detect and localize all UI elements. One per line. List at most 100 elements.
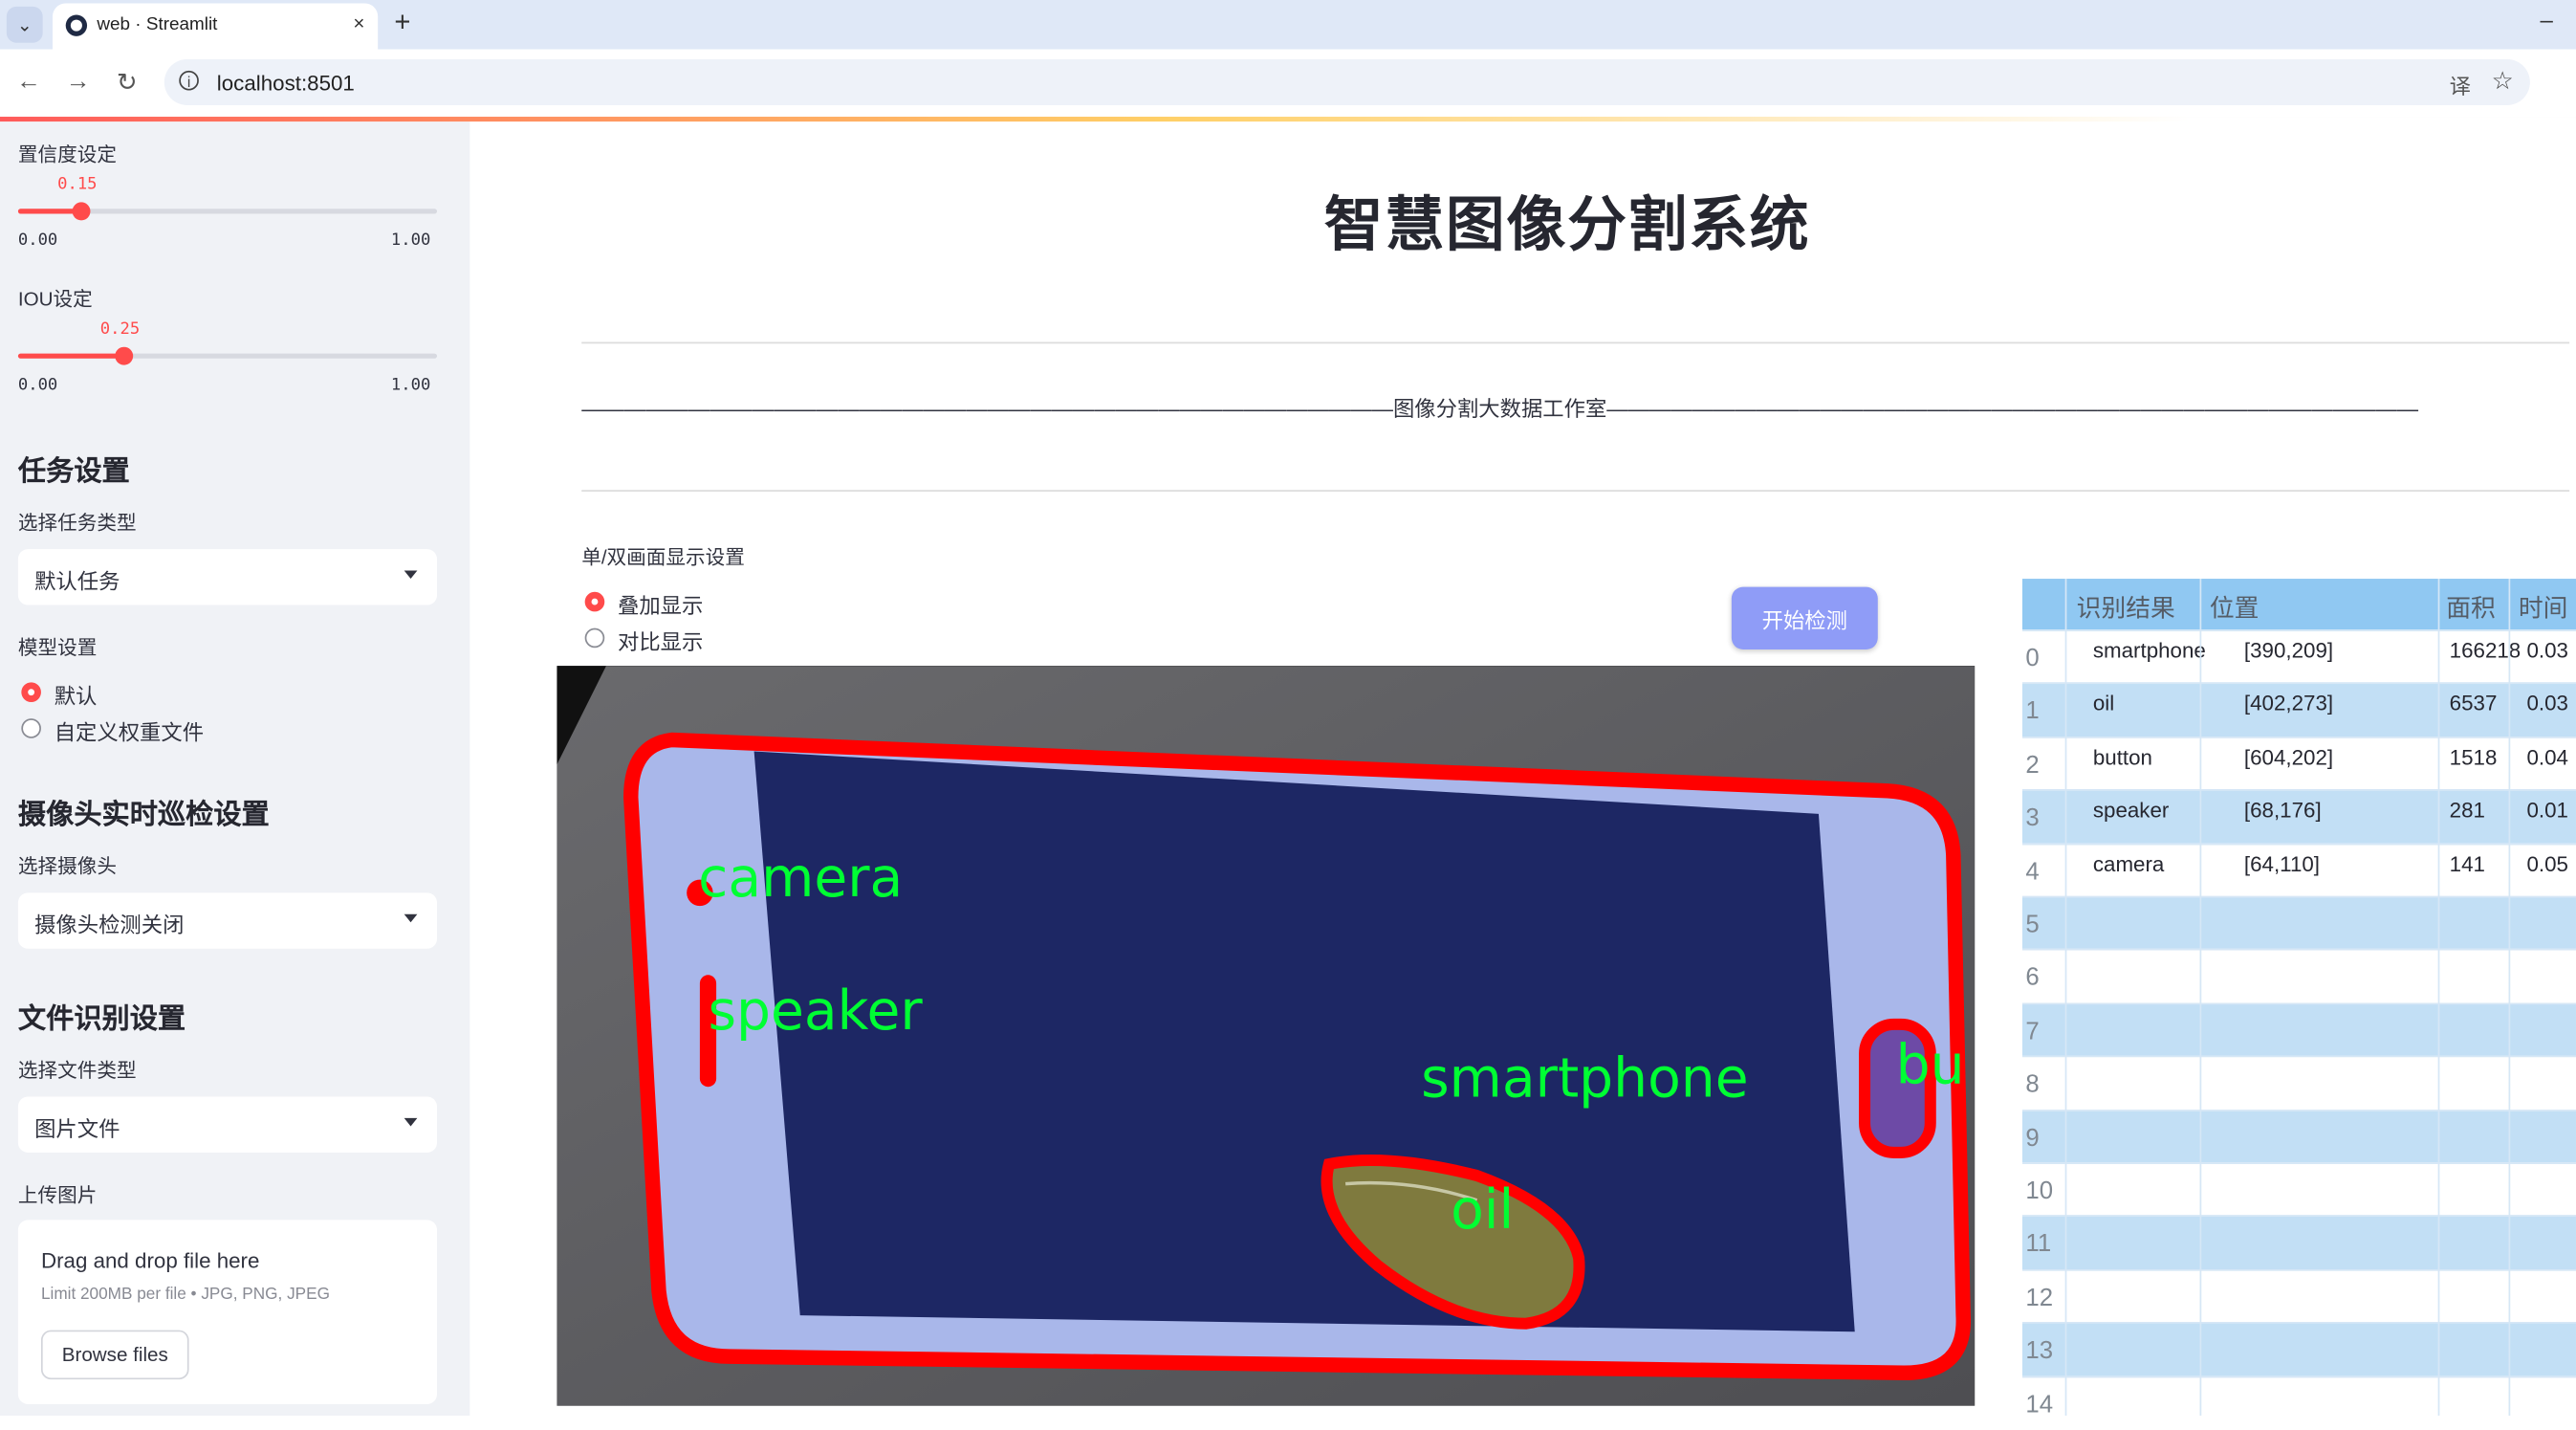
back-arrow-icon[interactable]: ← xyxy=(16,67,41,95)
page-title: 智慧图像分割系统 xyxy=(1323,190,1811,258)
table-row[interactable]: 9 xyxy=(2021,1109,2576,1164)
tab-close-icon[interactable]: × xyxy=(353,11,364,34)
display-radio-overlay[interactable] xyxy=(584,591,605,612)
task-type-label: 选择任务类型 xyxy=(17,511,137,535)
row-index: 12 xyxy=(2025,1284,2054,1312)
results-table[interactable]: 识别结果 位置 面积 时间 0 smartphone [390,209] 166218… xyxy=(2021,579,2576,1430)
table-row[interactable]: 13 xyxy=(2021,1322,2576,1377)
cell-area: 281 xyxy=(2449,797,2485,823)
cell-result: speaker xyxy=(2092,797,2170,823)
start-detection-button[interactable]: 开始检测 xyxy=(1731,586,1878,649)
table-row[interactable]: 0 smartphone [390,209] 166218 0.03 xyxy=(2021,629,2576,685)
model-option-default[interactable]: 默认 xyxy=(55,679,98,711)
confidence-slider[interactable] xyxy=(17,202,438,221)
model-radio-custom[interactable] xyxy=(21,718,41,738)
browser-tab[interactable]: web · Streamlit × xyxy=(52,3,379,50)
forward-arrow-icon[interactable]: → xyxy=(66,67,91,95)
table-row[interactable]: 4 camera [64,110] 141 0.05 xyxy=(2021,843,2576,897)
speaker-detection-label: speaker xyxy=(709,979,924,1043)
table-row[interactable]: 14 xyxy=(2021,1375,2576,1430)
row-index: 9 xyxy=(2025,1124,2040,1153)
column-divider xyxy=(2064,579,2067,1416)
table-row[interactable]: 3 speaker [68,176] 281 0.01 xyxy=(2021,789,2576,845)
table-row[interactable]: 8 xyxy=(2021,1055,2576,1111)
smartphone-detection-label: smartphone xyxy=(1421,1046,1748,1110)
row-index: 4 xyxy=(2025,857,2040,886)
header-area[interactable]: 面积 xyxy=(2446,590,2496,625)
url-field[interactable]: i localhost:8501 译 ☆ xyxy=(164,58,2530,106)
file-settings-heading: 文件识别设置 xyxy=(17,1002,186,1035)
task-type-select[interactable]: 默认任务 xyxy=(17,549,438,605)
reload-icon[interactable]: ↻ xyxy=(117,67,138,97)
segmentation-result-image: camera speaker smartphone oil bu xyxy=(557,666,1976,1406)
cell-position: [604,202] xyxy=(2243,744,2334,770)
confidence-slider-fill xyxy=(17,209,81,214)
row-index: 6 xyxy=(2025,963,2040,993)
translate-icon[interactable]: 译 xyxy=(2450,69,2471,100)
iou-slider[interactable] xyxy=(17,346,438,365)
display-option-compare[interactable]: 对比显示 xyxy=(618,625,703,656)
iou-value: 0.25 xyxy=(99,320,141,340)
row-index: 11 xyxy=(2025,1230,2052,1259)
browse-files-button[interactable]: Browse files xyxy=(40,1330,189,1380)
camera-select[interactable]: 摄像头检测关闭 xyxy=(17,892,438,949)
cell-position: [64,110] xyxy=(2243,850,2321,876)
model-radio-default[interactable] xyxy=(21,682,41,702)
model-option-custom[interactable]: 自定义权重文件 xyxy=(55,715,204,747)
row-index: 14 xyxy=(2025,1390,2054,1419)
cell-area: 141 xyxy=(2449,850,2485,876)
row-index: 13 xyxy=(2025,1336,2054,1366)
new-tab-icon[interactable]: + xyxy=(394,7,410,39)
table-row[interactable]: 6 xyxy=(2021,949,2576,1004)
file-dropzone[interactable]: Drag and drop file here Limit 200MB per … xyxy=(17,1220,438,1404)
tab-search-dropdown-icon[interactable]: ⌄ xyxy=(6,6,43,43)
table-row[interactable]: 11 xyxy=(2021,1215,2576,1270)
main-content: 智慧图像分割系统 ———————————————————————————————… xyxy=(469,121,2576,1430)
browser-address-bar: ← → ↻ i localhost:8501 译 ☆ xyxy=(0,49,2576,119)
table-row[interactable]: 1 oil [402,273] 6537 0.03 xyxy=(2021,683,2576,737)
row-index: 8 xyxy=(2025,1070,2040,1099)
task-type-value: 默认任务 xyxy=(34,568,120,594)
dropzone-limit: Limit 200MB per file • JPG, PNG, JPEG xyxy=(40,1286,330,1305)
cell-result: oil xyxy=(2092,691,2115,716)
iou-slider-fill xyxy=(17,353,123,359)
camera-select-value: 摄像头检测关闭 xyxy=(34,912,185,937)
streamlit-favicon-icon xyxy=(65,14,88,36)
display-option-overlay[interactable]: 叠加显示 xyxy=(618,588,703,620)
oil-detection-label: oil xyxy=(1451,1178,1514,1242)
stage: ⌄ web · Streamlit × + – ← → ↻ i localhos… xyxy=(0,0,2576,1430)
browser-tab-bar: ⌄ web · Streamlit × + – xyxy=(0,0,2576,50)
confidence-slider-handle[interactable] xyxy=(73,202,91,221)
display-radio-compare[interactable] xyxy=(584,627,605,649)
iou-max: 1.00 xyxy=(390,376,431,395)
table-row[interactable]: 2 button [604,202] 1518 0.04 xyxy=(2021,736,2576,791)
site-info-icon[interactable]: i xyxy=(179,70,199,91)
header-result[interactable]: 识别结果 xyxy=(2077,590,2175,625)
bookmark-star-icon[interactable]: ☆ xyxy=(2492,66,2514,95)
chevron-down-icon xyxy=(404,1117,418,1127)
model-settings-label: 模型设置 xyxy=(17,636,98,660)
row-index: 7 xyxy=(2025,1017,2040,1045)
confidence-max: 1.00 xyxy=(390,231,431,251)
table-row[interactable]: 7 xyxy=(2021,1002,2576,1057)
header-time[interactable]: 时间 xyxy=(2519,590,2568,625)
column-divider xyxy=(2437,579,2440,1416)
row-index: 10 xyxy=(2025,1177,2054,1205)
minimize-window-icon[interactable]: – xyxy=(2541,7,2553,33)
confidence-value: 0.15 xyxy=(57,175,98,194)
studio-banner: ——————————————————————————————————————图像… xyxy=(581,396,2419,422)
table-row[interactable]: 12 xyxy=(2021,1268,2576,1324)
file-type-label: 选择文件类型 xyxy=(17,1058,137,1083)
cell-result: button xyxy=(2092,744,2152,770)
iou-slider-handle[interactable] xyxy=(114,346,133,365)
cell-time: 0.03 xyxy=(2526,691,2568,716)
segmentation-canvas: camera speaker smartphone oil bu xyxy=(557,666,1976,1406)
cell-position: [402,273] xyxy=(2243,691,2334,716)
column-divider xyxy=(2199,579,2202,1416)
cell-time: 0.04 xyxy=(2526,744,2568,770)
url-text[interactable]: localhost:8501 xyxy=(217,71,355,96)
table-row[interactable]: 10 xyxy=(2021,1162,2576,1217)
file-type-select[interactable]: 图片文件 xyxy=(17,1096,438,1153)
header-position[interactable]: 位置 xyxy=(2210,590,2259,625)
table-row[interactable]: 5 xyxy=(2021,895,2576,951)
